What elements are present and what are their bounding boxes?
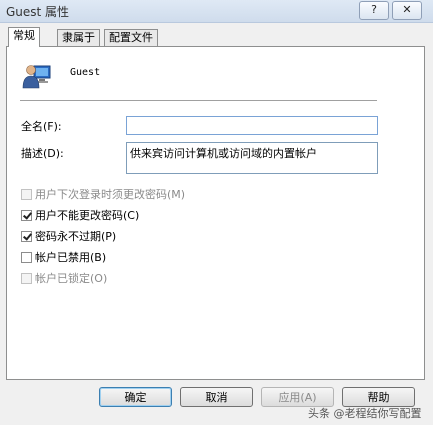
- description-input[interactable]: 供来宾访问计算机或访问域的内置帐户: [126, 142, 378, 174]
- checkbox-label: 密码永不过期(P): [35, 230, 117, 243]
- checkbox-label: 用户不能更改密码(C): [35, 209, 140, 222]
- checkbox-box[interactable]: [21, 209, 32, 221]
- checkbox-label: 帐户已禁用(B): [35, 251, 107, 264]
- description-label: 描述(D):: [21, 147, 64, 160]
- watermark: 头条 @老程结你写配置: [308, 407, 422, 420]
- checkbox-password-never-expires[interactable]: 密码永不过期(P): [21, 228, 116, 244]
- checkbox-account-locked[interactable]: 帐户已锁定(O): [21, 270, 107, 286]
- window-title: Guest 属性: [6, 5, 70, 19]
- ok-button[interactable]: 确定: [99, 387, 172, 407]
- checkbox-box[interactable]: [21, 272, 32, 284]
- checkbox-box[interactable]: [21, 230, 32, 242]
- checkbox-label: 用户下次登录时须更改密码(M): [35, 188, 186, 201]
- user-name: Guest: [70, 67, 101, 78]
- checkbox-box[interactable]: [21, 188, 32, 200]
- checkbox-must-change-password[interactable]: 用户下次登录时须更改密码(M): [21, 186, 185, 202]
- fullname-input[interactable]: [126, 116, 378, 135]
- checkbox-label: 帐户已锁定(O): [35, 272, 108, 285]
- cancel-button[interactable]: 取消: [180, 387, 253, 407]
- help-button[interactable]: ?: [359, 1, 389, 20]
- help-dialog-button[interactable]: 帮助: [342, 387, 415, 407]
- checkbox-account-disabled[interactable]: 帐户已禁用(B): [21, 249, 106, 265]
- divider: [20, 100, 377, 101]
- tab-member-of[interactable]: 隶属于: [57, 29, 100, 46]
- user-computer-icon: [22, 65, 51, 89]
- tab-general[interactable]: 常规: [8, 27, 40, 47]
- fullname-label: 全名(F):: [21, 120, 62, 133]
- apply-button[interactable]: 应用(A): [261, 387, 334, 407]
- checkbox-box[interactable]: [21, 251, 32, 263]
- tab-profile[interactable]: 配置文件: [104, 29, 158, 46]
- checkbox-cannot-change-password[interactable]: 用户不能更改密码(C): [21, 207, 139, 223]
- close-button[interactable]: ✕: [392, 1, 422, 20]
